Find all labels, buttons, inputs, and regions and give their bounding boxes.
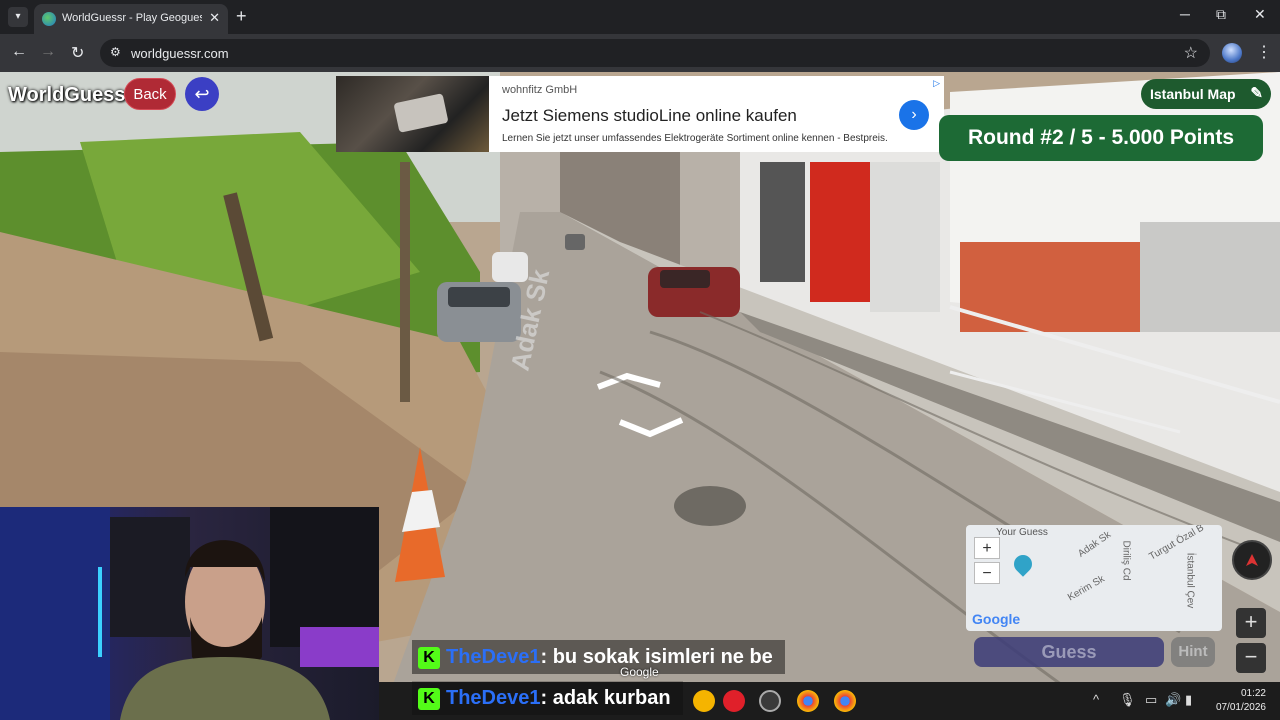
volume-icon[interactable]: 🔊 bbox=[1165, 692, 1181, 708]
map-street-label: İstanbul Çev bbox=[1184, 552, 1196, 609]
kick-badge-icon: K bbox=[418, 646, 440, 669]
compass-icon[interactable] bbox=[1232, 540, 1272, 580]
clock-time: 01:22 bbox=[1240, 688, 1266, 699]
active-tab[interactable]: WorldGuessr - Play Geoguessr F ✕ bbox=[34, 4, 228, 34]
map-street-label: Turgut Özal B bbox=[1147, 525, 1206, 563]
map-pin-icon bbox=[1010, 551, 1036, 577]
minimize-icon[interactable]: ─ bbox=[1180, 6, 1190, 22]
back-button[interactable]: Back bbox=[124, 78, 176, 110]
browser-toolbar: ← → ↻ ⚙ worldguessr.com ☆ ⋮ bbox=[0, 34, 1280, 72]
map-name-badge[interactable]: Istanbul Map ✎ bbox=[1141, 79, 1271, 109]
google-watermark: Google bbox=[620, 665, 659, 679]
chat-username: TheDeve1 bbox=[446, 687, 541, 709]
tab-search-icon[interactable]: ▾ bbox=[8, 7, 28, 27]
tab-close-icon[interactable]: ✕ bbox=[209, 10, 220, 26]
microphone-icon[interactable]: 🎙 bbox=[1119, 692, 1136, 708]
display-icon[interactable]: ▭ bbox=[1145, 692, 1157, 708]
webcam-image bbox=[0, 507, 379, 720]
opera-icon[interactable] bbox=[723, 690, 745, 712]
guess-minimap[interactable]: + − Your Guess Adak Sk Diriliş Cd Turgut… bbox=[966, 525, 1222, 631]
adchoices-icon[interactable]: ▷ bbox=[933, 78, 940, 89]
site-info-icon[interactable]: ⚙ bbox=[110, 45, 121, 59]
google-logo: Google bbox=[972, 611, 1021, 627]
ad-description: Lernen Sie jetzt unser umfassendes Elekt… bbox=[502, 133, 888, 144]
new-tab-icon[interactable]: + bbox=[236, 6, 247, 27]
streamer-webcam bbox=[0, 507, 379, 720]
chat-username: TheDeve1 bbox=[446, 646, 541, 668]
minimap-zoom-out[interactable]: − bbox=[974, 562, 1000, 584]
map-street-label: Diriliş Cd bbox=[1120, 540, 1132, 581]
map-shrink-minus-icon[interactable]: − bbox=[1236, 643, 1266, 673]
map-street-label: Adak Sk bbox=[1076, 529, 1114, 560]
globe-favicon-icon bbox=[42, 12, 56, 26]
hint-button[interactable]: Hint bbox=[1171, 637, 1215, 667]
kick-badge-icon: K bbox=[418, 687, 440, 710]
ad-arrow-icon[interactable]: › bbox=[899, 100, 929, 130]
chrome-icon[interactable] bbox=[797, 690, 819, 712]
ad-advertiser: wohnfitz GmbH bbox=[502, 84, 578, 96]
chat-text: : adak kurban bbox=[540, 687, 671, 709]
round-info: Round #2 / 5 - 5.000 Points bbox=[939, 115, 1263, 161]
maximize-icon[interactable]: ⧉ bbox=[1216, 6, 1226, 23]
tab-title: WorldGuessr - Play Geoguessr F bbox=[62, 12, 202, 24]
profile-avatar[interactable] bbox=[1222, 43, 1242, 63]
taskbar-app-icon[interactable] bbox=[693, 690, 715, 712]
map-street-label: Kerim Sk bbox=[1065, 573, 1107, 604]
close-window-icon[interactable]: ✕ bbox=[1254, 6, 1266, 23]
battery-icon[interactable]: ▮ bbox=[1185, 692, 1192, 708]
bookmark-star-icon[interactable]: ☆ bbox=[1184, 43, 1198, 63]
edit-pencil-icon[interactable]: ✎ bbox=[1250, 79, 1263, 109]
ad-headline[interactable]: Jetzt Siemens studioLine online kaufen bbox=[502, 106, 797, 126]
tray-chevron-icon[interactable]: ^ bbox=[1093, 692, 1099, 707]
taskbar-clock[interactable]: 01:22 07/01/2026 bbox=[1206, 687, 1266, 715]
browser-menu-icon[interactable]: ⋮ bbox=[1256, 42, 1272, 62]
chat-message: K TheDeve1: adak kurban bbox=[412, 681, 683, 715]
chat-message: K TheDeve1: bu sokak isimleri ne be bbox=[412, 640, 785, 674]
address-bar[interactable]: ⚙ worldguessr.com ☆ bbox=[100, 39, 1210, 67]
taskbar-app-icon[interactable] bbox=[759, 690, 781, 712]
return-to-start-icon[interactable]: ↩ bbox=[185, 77, 219, 111]
map-expand-plus-icon[interactable]: + bbox=[1236, 608, 1266, 638]
minimap-zoom-in[interactable]: + bbox=[974, 537, 1000, 559]
browser-tab-strip: ▾ WorldGuessr - Play Geoguessr F ✕ + ─ ⧉… bbox=[0, 0, 1280, 34]
worldguessr-logo: WorldGuessr bbox=[8, 84, 134, 106]
map-name: Istanbul Map bbox=[1150, 86, 1236, 102]
clock-date: 07/01/2026 bbox=[1215, 702, 1266, 713]
advertisement-banner[interactable]: wohnfitz GmbH Jetzt Siemens studioLine o… bbox=[336, 76, 944, 152]
guess-button[interactable]: Guess bbox=[974, 637, 1164, 667]
reload-icon[interactable]: ↻ bbox=[71, 43, 84, 63]
chrome-icon[interactable] bbox=[834, 690, 856, 712]
url-text: worldguessr.com bbox=[131, 46, 229, 61]
ad-product-image bbox=[336, 76, 489, 152]
your-guess-label: Your Guess bbox=[996, 527, 1048, 538]
forward-arrow-icon[interactable]: → bbox=[40, 43, 56, 61]
back-arrow-icon[interactable]: ← bbox=[11, 43, 27, 61]
